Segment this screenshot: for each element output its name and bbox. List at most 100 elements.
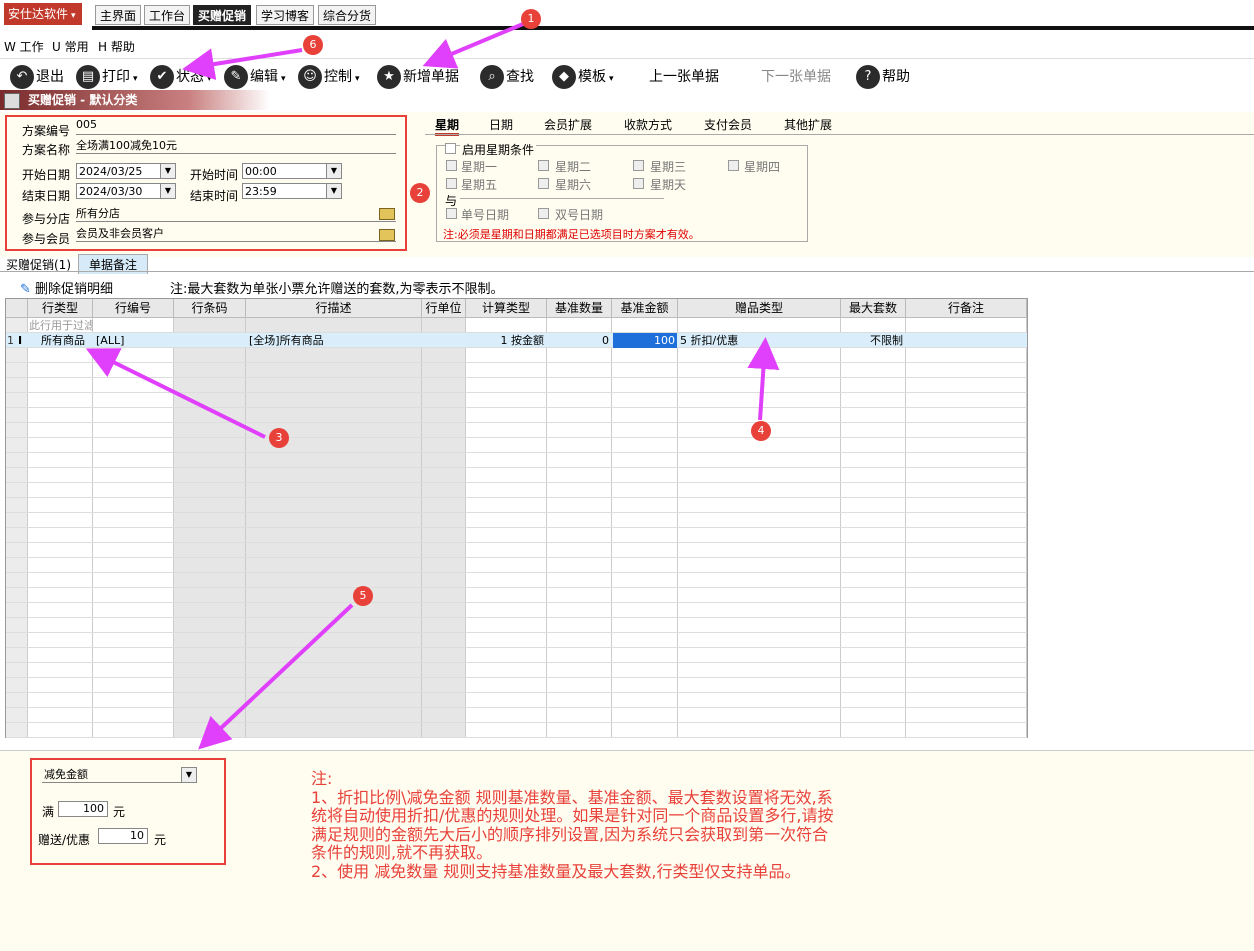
member-label: 参与会员 <box>22 232 71 246</box>
tuesday-checkbox[interactable] <box>538 160 549 171</box>
cell-gift[interactable]: 5 折扣/优惠 <box>680 333 840 348</box>
empty-row <box>6 543 1027 558</box>
col-header-unit[interactable]: 行单位 <box>422 299 466 318</box>
chevron-down-icon[interactable]: ▼ <box>181 767 197 783</box>
print-button[interactable]: ▤ 打印 ▾ <box>76 64 138 90</box>
member-field[interactable]: 会员及非会员客户 <box>76 225 396 242</box>
chevron-down-icon[interactable]: ▼ <box>326 184 341 198</box>
start-time-picker[interactable]: 00:00 ▼ <box>242 163 342 179</box>
plan-name-field[interactable]: 全场满100减免10元 <box>76 137 396 154</box>
tab-member-ext[interactable]: 会员扩展 <box>544 116 592 133</box>
exit-button[interactable]: ↶ 退出 <box>10 64 64 90</box>
top-tab-distribution[interactable]: 综合分货 <box>318 5 377 25</box>
col-header-barcode[interactable]: 行条码 <box>174 299 246 318</box>
start-date-label: 开始日期 <box>22 168 71 182</box>
cell-type[interactable]: 所有商品 <box>41 333 93 348</box>
find-button[interactable]: ⌕ 查找 <box>480 64 534 90</box>
col-header-qty[interactable]: 基准数量 <box>547 299 612 318</box>
top-tab-workbench[interactable]: 工作台 <box>144 5 191 25</box>
col-header-code[interactable]: 行编号 <box>93 299 174 318</box>
col-header-amount[interactable]: 基准金额 <box>612 299 678 318</box>
top-tab-main[interactable]: 主界面 <box>95 5 142 25</box>
delete-detail-button[interactable]: ✎ 删除促销明细 <box>20 278 113 297</box>
empty-row <box>6 648 1027 663</box>
tab-payment-method[interactable]: 收款方式 <box>624 116 672 133</box>
cell-desc[interactable]: [全场]所有商品 <box>249 333 419 348</box>
full-amount-input[interactable]: 100 <box>58 801 108 817</box>
edit-button[interactable]: ✎ 编辑 ▾ <box>224 64 286 90</box>
promotion-grid[interactable]: 行类型 行编号 行条码 行描述 行单位 计算类型 基准数量 基准金额 赠品类型 … <box>5 298 1028 738</box>
chevron-down-icon[interactable]: ▼ <box>160 184 175 198</box>
next-document-button[interactable]: 下一张单据 <box>761 64 831 90</box>
start-date-picker[interactable]: 2024/03/25 ▼ <box>76 163 176 179</box>
empty-row <box>6 573 1027 588</box>
cell-qty[interactable]: 0 <box>547 333 609 348</box>
cell-barcode[interactable] <box>176 333 244 348</box>
col-header-max[interactable]: 最大套数 <box>841 299 906 318</box>
folder-icon[interactable] <box>379 208 395 220</box>
cell-calc[interactable]: 1 按金额 <box>466 333 545 348</box>
menu-common[interactable]: U 常用 <box>52 38 89 55</box>
top-tab-promotion[interactable]: 买赠促销 <box>193 5 252 25</box>
help-button[interactable]: ? 帮助 <box>856 64 910 90</box>
cell-code[interactable]: [ALL] <box>96 333 174 348</box>
friday-checkbox[interactable] <box>446 178 457 189</box>
table-row[interactable]: 1 I 所有商品 [ALL] [全场]所有商品 1 按金额 0 100 5 折扣… <box>6 333 1027 348</box>
folder-icon[interactable] <box>379 229 395 241</box>
cell-unit[interactable] <box>424 333 464 348</box>
template-button[interactable]: ◆ 模板 ▾ <box>552 64 614 90</box>
chevron-down-icon[interactable]: ▼ <box>326 164 341 178</box>
tab-weekday[interactable]: 星期 <box>435 116 460 136</box>
end-date-picker[interactable]: 2024/03/30 ▼ <box>76 183 176 199</box>
sunday-checkbox[interactable] <box>633 178 644 189</box>
filter-row[interactable]: 此行用于过滤 <box>6 318 1027 333</box>
empty-row <box>6 558 1027 573</box>
tab-date[interactable]: 日期 <box>489 116 513 133</box>
question-icon: ? <box>856 65 880 89</box>
chevron-down-icon: ▾ <box>355 74 360 84</box>
section-title: 买赠促销 - 默认分类 <box>28 93 138 107</box>
col-header-calc[interactable]: 计算类型 <box>466 299 547 318</box>
yuan-label: 元 <box>154 833 167 847</box>
annotation-badge-2: 2 <box>410 183 430 203</box>
control-button[interactable]: ☺ 控制 ▾ <box>298 64 360 90</box>
even-date-label: 双号日期 <box>555 208 604 222</box>
col-header-remark[interactable]: 行备注 <box>906 299 1027 318</box>
col-header-gift[interactable]: 赠品类型 <box>678 299 841 318</box>
brand-menu-button[interactable]: 安仕达软件 ▾ <box>4 3 82 25</box>
col-header-desc[interactable]: 行描述 <box>246 299 422 318</box>
wednesday-checkbox[interactable] <box>633 160 644 171</box>
chevron-down-icon: ▾ <box>281 74 286 84</box>
status-button[interactable]: ✔ 状态 ▾ <box>150 64 212 90</box>
cell-amount[interactable]: 100 <box>613 333 677 348</box>
end-time-label: 结束时间 <box>190 189 239 203</box>
saturday-checkbox[interactable] <box>538 178 549 189</box>
add-document-button[interactable]: ★ 新增单据 <box>377 64 459 90</box>
detail-note: 注:最大套数为单张小票允许赠送的套数,为零表示不限制。 <box>170 282 504 297</box>
top-tab-blog[interactable]: 学习博客 <box>256 5 315 25</box>
enable-weekday-checkbox[interactable] <box>445 143 456 154</box>
odd-date-checkbox[interactable] <box>446 208 457 219</box>
rule-mode-select[interactable]: 减免金额 ▼ <box>42 767 197 783</box>
annotation-badge-3: 3 <box>269 428 289 448</box>
col-header-type[interactable]: 行类型 <box>28 299 93 318</box>
even-date-checkbox[interactable] <box>538 208 549 219</box>
menu-help[interactable]: H 帮助 <box>98 38 135 55</box>
filter-placeholder[interactable]: 此行用于过滤 <box>29 318 93 333</box>
previous-document-button[interactable]: 上一张单据 <box>649 64 719 90</box>
cell-remark[interactable] <box>908 333 1026 348</box>
cell-max[interactable]: 不限制 <box>841 333 903 348</box>
chevron-down-icon[interactable]: ▼ <box>160 164 175 178</box>
plan-no-field[interactable]: 005 <box>76 118 396 135</box>
tab-other-ext[interactable]: 其他扩展 <box>784 116 832 133</box>
tab-payment-member[interactable]: 支付会员 <box>704 116 752 133</box>
branch-field[interactable]: 所有分店 <box>76 205 396 222</box>
gift-amount-input[interactable]: 10 <box>98 828 148 844</box>
end-time-picker[interactable]: 23:59 ▼ <box>242 183 342 199</box>
odd-date-label: 单号日期 <box>461 208 510 222</box>
monday-checkbox[interactable] <box>446 160 457 171</box>
monday-label: 星期一 <box>461 160 498 174</box>
thursday-checkbox[interactable] <box>728 160 739 171</box>
empty-row <box>6 348 1027 363</box>
menu-work[interactable]: W 工作 <box>4 38 44 55</box>
